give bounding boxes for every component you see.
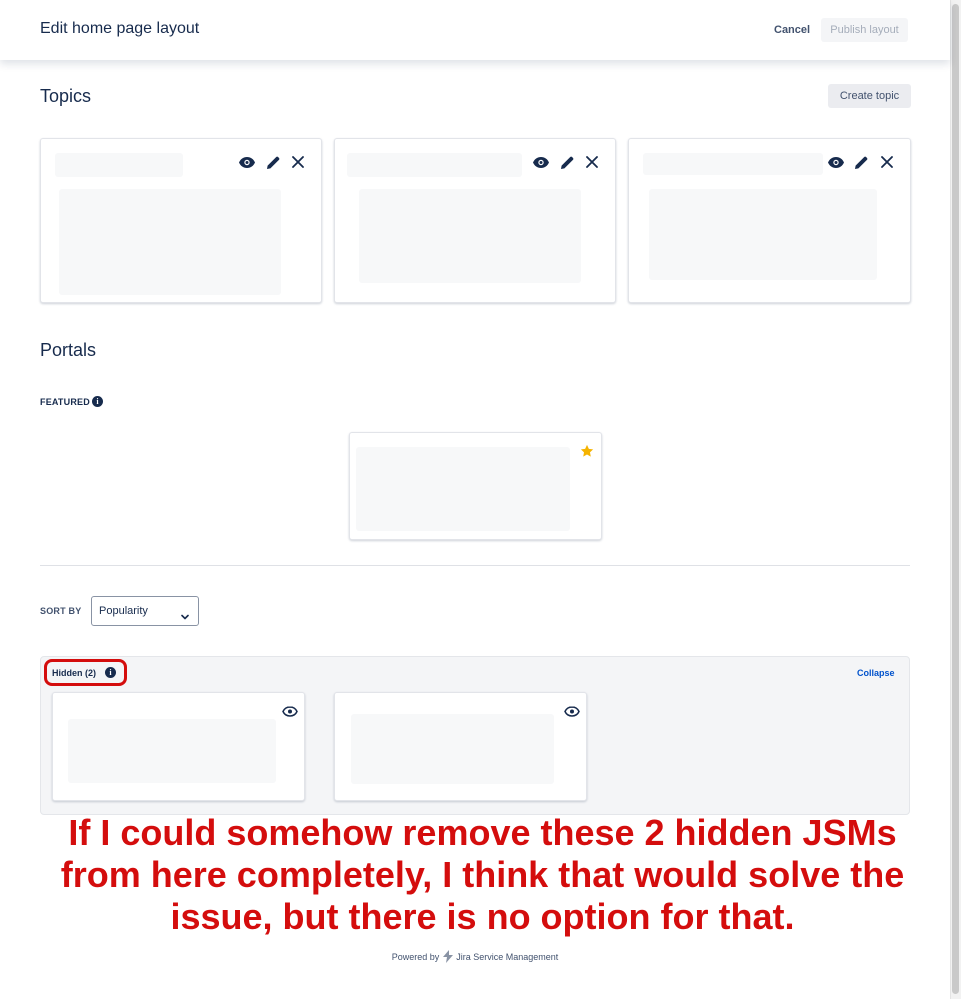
eye-icon[interactable] <box>238 153 256 171</box>
topic-card[interactable] <box>40 138 322 303</box>
star-icon[interactable] <box>578 442 596 460</box>
collapse-link[interactable]: Collapse <box>857 668 895 678</box>
close-icon[interactable] <box>583 153 601 171</box>
eye-icon[interactable] <box>532 153 550 171</box>
publish-layout-button[interactable]: Publish layout <box>821 18 908 42</box>
cancel-button[interactable]: Cancel <box>766 19 818 41</box>
powered-by-label: Powered by <box>391 952 440 962</box>
portal-content-placeholder <box>356 447 570 531</box>
topics-heading: Topics <box>40 86 92 106</box>
topic-title-placeholder <box>643 153 823 175</box>
info-icon[interactable]: i <box>92 396 103 407</box>
product-name[interactable]: Jira Service Management <box>456 952 558 962</box>
eye-outline-icon[interactable] <box>563 702 581 720</box>
topic-content-placeholder <box>359 189 581 283</box>
hidden-portal-card[interactable] <box>334 692 587 801</box>
topic-content-placeholder <box>649 189 877 280</box>
topic-card[interactable] <box>334 138 616 303</box>
close-icon[interactable] <box>878 153 896 171</box>
pencil-icon[interactable] <box>558 153 576 171</box>
sort-by-label: SORT BY <box>40 606 82 616</box>
eye-outline-icon[interactable] <box>281 702 299 720</box>
annotation-text: If I could somehow remove these 2 hidden… <box>60 812 905 937</box>
eye-icon[interactable] <box>827 153 845 171</box>
portal-content-placeholder <box>68 719 276 783</box>
section-divider <box>40 565 910 566</box>
featured-label: FEATURED <box>40 397 90 407</box>
scrollbar-thumb[interactable] <box>952 4 959 994</box>
sort-by-value: Popularity <box>99 605 148 617</box>
hidden-portal-card[interactable] <box>52 692 305 801</box>
lightning-bolt-icon <box>442 950 453 963</box>
featured-portal-card[interactable] <box>349 432 602 540</box>
portal-content-placeholder <box>351 714 554 784</box>
close-icon[interactable] <box>289 153 307 171</box>
topic-content-placeholder <box>59 189 281 295</box>
chevron-down-icon <box>181 607 189 625</box>
topic-title-placeholder <box>55 153 183 177</box>
pencil-icon[interactable] <box>852 153 870 171</box>
create-topic-button[interactable]: Create topic <box>828 84 911 108</box>
sort-by-select[interactable]: Popularity <box>91 596 199 626</box>
topic-title-placeholder <box>347 153 522 177</box>
portals-heading: Portals <box>40 340 97 360</box>
page-title: Edit home page layout <box>40 20 200 37</box>
pencil-icon[interactable] <box>264 153 282 171</box>
annotation-highlight-box <box>44 659 127 686</box>
topic-card[interactable] <box>628 138 911 303</box>
page-header: Edit home page layout Cancel Publish lay… <box>0 0 950 60</box>
footer: Powered by Jira Service Management <box>0 950 950 963</box>
